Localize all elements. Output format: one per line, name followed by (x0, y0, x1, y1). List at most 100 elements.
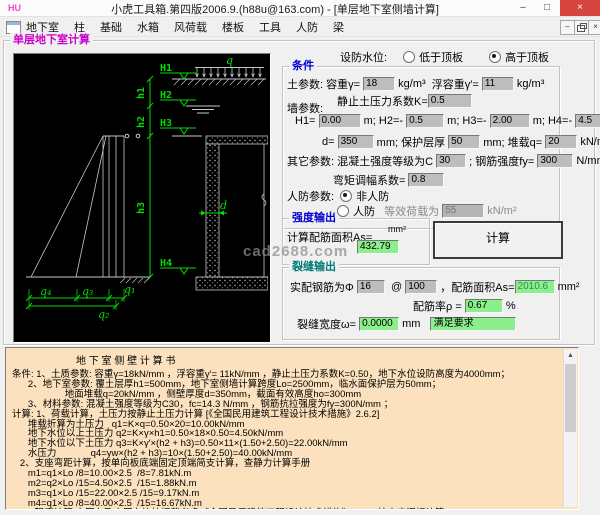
equiv-load-unit: kN/m² (484, 205, 517, 217)
rebar-diameter-input[interactable]: 16 (356, 280, 385, 294)
moment-factor-input[interactable]: 0.8 (408, 173, 445, 187)
scroll-thumb[interactable] (565, 364, 576, 432)
ratio-output: 0.67 (464, 299, 503, 313)
diagram-q4-label: q₄ (40, 285, 51, 298)
h2-input[interactable]: 0.5 (406, 114, 445, 128)
minimize-button[interactable]: – (512, 0, 534, 16)
menu-item[interactable]: 梁 (333, 19, 344, 35)
unit-weight-input[interactable]: 18 (363, 77, 396, 91)
menu-item[interactable]: 人防 (296, 19, 318, 35)
thickness-row: d= 350 mm; 保护层厚 50 mm; 堆载q= 20 kN/m (322, 134, 600, 150)
mdi-minimize-button[interactable]: – (560, 20, 575, 35)
report-scrollbar[interactable]: ▲ (563, 349, 577, 507)
diagram-H2-label: H2 (160, 90, 172, 101)
civil-defense-label: 人防参数: (287, 191, 341, 203)
app-window: HU 小虎工具箱.第四版2006.9.(h88u@163.com) - [单层地… (0, 0, 600, 515)
menu-item[interactable]: 水箱 (137, 19, 159, 35)
app-logo: HU (8, 3, 21, 13)
civil-yes-radio[interactable] (337, 205, 349, 217)
fy-unit: N/mm² (576, 155, 600, 167)
diagram-canvas: q H1 H2 H3 H4 h1 h2 h3 d q₄ q₃ q₁ q₂ (14, 54, 269, 340)
soil-params-row: 土参数: 容重γ= 18 kg/m³ 浮容重γ′= 11 kg/m³ (287, 76, 544, 92)
strength-group-title: 强度输出 (289, 211, 339, 225)
h1-input[interactable]: 0.00 (318, 114, 361, 128)
rebar-area-output: 2010.6 (514, 280, 555, 294)
thickness-label: d= (322, 136, 338, 148)
k-coefficient-input[interactable]: 0.5 (427, 94, 472, 108)
diagram-q3-label: q₃ (82, 285, 93, 298)
water-level-low-radio[interactable] (403, 51, 416, 63)
menu-item[interactable]: 基础 (100, 19, 122, 35)
civil-yes-row: 人防 等效荷载为 55 kN/m² (337, 203, 517, 219)
fy-label: ; 钢筋强度fy= (466, 156, 538, 168)
diagram-q1-label: q₁ (124, 283, 135, 296)
thickness-input[interactable]: 350 (337, 135, 374, 149)
title-bar: HU 小虎工具箱.第四版2006.9.(h88u@163.com) - [单层地… (0, 0, 600, 17)
diagram-q2-label: q₂ (98, 308, 109, 321)
k-coefficient-row: 静止土压力系数K= 0.5 (337, 93, 472, 109)
material-row: 其它参数: 混凝土强度等级为C 30 ; 钢筋强度fy= 300 N/mm² (287, 153, 600, 169)
civil-no-label[interactable]: 非人防 (356, 188, 389, 204)
crack-status-output: 满足要求 (429, 317, 516, 331)
window-title: 小虎工具箱.第四版2006.9.(h88u@163.com) - [单层地下室侧… (111, 4, 439, 16)
cover-label: mm; 保护层厚 (373, 137, 449, 149)
close-button[interactable]: × (560, 0, 600, 16)
menu-item[interactable]: 风荷载 (174, 19, 207, 35)
buoyant-weight-input[interactable]: 11 (481, 77, 514, 91)
crack-width-label: 裂缝宽度ω= (297, 319, 360, 331)
scroll-up-icon[interactable]: ▲ (564, 350, 577, 362)
mdi-close-button[interactable]: × (588, 20, 600, 35)
cover-input[interactable]: 50 (448, 135, 481, 149)
diagram-H4-label: H4 (160, 258, 172, 269)
as-value-row: 432.79 (357, 240, 399, 254)
menu-item[interactable]: 楼板 (222, 19, 244, 35)
ratio-row: 配筋率ρ = 0.67 % (413, 298, 516, 314)
civil-no-radio[interactable] (340, 190, 353, 202)
rebar-row: 实配钢筋为Φ 16 @ 100 ，配筋面积As= 2010.6 mm² (290, 279, 580, 295)
rebar-spacing-input[interactable]: 100 (405, 280, 438, 294)
equiv-load-label: 等效荷载为 (375, 206, 443, 218)
maximize-button[interactable]: □ (536, 0, 558, 16)
water-level-low-label[interactable]: 低于顶板 (419, 49, 463, 65)
surcharge-label: mm; 堆载q= (480, 137, 546, 149)
rebar-area-label: ，配筋面积As= (437, 282, 515, 294)
water-level-label: 设防水位: (340, 52, 388, 64)
rebar-label: 实配钢筋为Φ (290, 282, 357, 294)
as-value-output: 432.79 (357, 240, 399, 254)
rebar-area-unit: mm² (554, 281, 580, 293)
as-unit: mm² (388, 224, 406, 234)
wall-section-diagram: q H1 H2 H3 H4 h1 h2 h3 d q₄ q₃ q₁ q₂ (13, 53, 271, 343)
civil-defense-row: 人防参数: 非人防 (287, 188, 389, 204)
heights-row: H1= 0.00 m; H2=- 0.5 m; H3=- 2.00 m; H4=… (295, 114, 600, 128)
mdi-restore-button[interactable] (574, 20, 589, 35)
calculation-report[interactable]: 地 下 室 侧 壁 计 算 书 条件: 1、土质参数: 容重γ=18kN/mm … (5, 347, 579, 510)
h3-input[interactable]: 2.00 (489, 114, 530, 128)
crack-width-output: 0.0000 (359, 317, 400, 331)
soil-params-label: 土参数: 容重γ= (287, 79, 364, 91)
moment-factor-row: 弯矩调幅系数= 0.8 (333, 172, 445, 188)
water-level-row: 设防水位: 低于顶板 高于顶板 (340, 49, 549, 65)
crack-group-title: 裂缝输出 (289, 260, 339, 274)
ratio-label: 配筋率ρ = (413, 301, 465, 313)
as-unit-row: mm² (388, 224, 406, 234)
civil-yes-label[interactable]: 人防 (353, 203, 375, 219)
rebar-at-label: @ (384, 281, 406, 293)
diagram-H3-label: H3 (160, 118, 172, 129)
k-coefficient-label: 静止土压力系数K= (337, 96, 428, 108)
moment-factor-label: 弯矩调幅系数= (333, 175, 409, 187)
h3-label: m; H3=- (444, 115, 490, 127)
crack-width-row: 裂缝宽度ω= 0.0000 mm 满足要求 (297, 316, 516, 332)
diagram-load-label: q (226, 54, 233, 67)
fy-input[interactable]: 300 (537, 154, 574, 168)
surcharge-input[interactable]: 20 (545, 135, 578, 149)
other-params-label: 其它参数: 混凝土强度等级为C (287, 156, 437, 168)
calculate-button[interactable]: 计算 (433, 221, 563, 259)
ratio-unit: % (502, 300, 516, 312)
crack-width-unit: mm (399, 318, 430, 330)
concrete-grade-input[interactable]: 30 (436, 154, 467, 168)
h4-input[interactable]: 4.5 (575, 114, 600, 128)
water-level-high-radio[interactable] (489, 51, 502, 63)
water-level-high-label[interactable]: 高于顶板 (505, 49, 549, 65)
diagram-h2-label: h2 (136, 116, 147, 128)
menu-item[interactable]: 工具 (259, 19, 281, 35)
